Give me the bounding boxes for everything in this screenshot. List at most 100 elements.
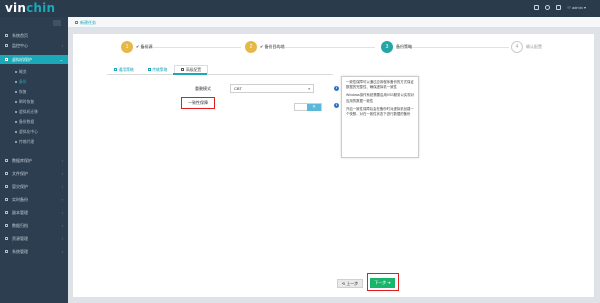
step-connector	[273, 46, 375, 48]
file-icon	[5, 172, 8, 175]
policy-icon	[114, 68, 117, 72]
vm-icon	[5, 58, 8, 61]
tooltip-text: 开启一致性保障后会在备份时对虚拟机创建一个快照，对在一致性状态下进行数据的备份	[346, 106, 414, 117]
step-label: 备份策略	[396, 44, 412, 49]
chevron-right-icon: ›	[61, 197, 63, 202]
step-backup-destination[interactable]: 2 ✔ 备份目的地	[245, 40, 284, 54]
chevron-right-icon: ›	[61, 223, 63, 228]
tooltip-text: Windows操作系统需要启用VSS服务以实现对应用的数据一致性	[346, 93, 415, 103]
sidebar-sub-vm-migration[interactable]: 虚拟机迁移	[0, 108, 68, 116]
sidebar-sub-instant-restore[interactable]: 瞬时恢复	[0, 98, 68, 106]
sidebar-item-copy-management[interactable]: 副本管理 ›	[0, 208, 68, 217]
toggle-off-icon: ✕	[307, 104, 321, 111]
step-label: ✔ 备份源	[136, 44, 153, 49]
consistency-tooltip: 一致性保障可以通过应用程序备份的方式保证数据的完整性、确保虚拟机一致性 Wind…	[341, 76, 419, 158]
monitor-icon	[5, 44, 8, 47]
migration-icon	[15, 111, 17, 113]
sidebar-sub-transfer-agent[interactable]: 传输代理	[0, 138, 68, 146]
chevron-right-icon: ›	[61, 236, 63, 241]
system-icon	[5, 250, 8, 253]
database-icon	[5, 159, 8, 162]
instant-restore-icon	[15, 101, 17, 103]
task-icon	[75, 21, 78, 25]
sidebar-item-system-management[interactable]: 系统管理 ›	[0, 247, 68, 256]
sidebar-item-dr-protection[interactable]: 容灾保护 ›	[0, 182, 68, 191]
disaster-recovery-icon	[5, 185, 8, 188]
chevron-right-icon: ›	[61, 43, 63, 48]
sidebar-sub-virtualization-center[interactable]: 虚拟化中心	[0, 128, 68, 136]
dedup-mode-select[interactable]: CBT ▾	[230, 84, 314, 93]
top-bar: vinchin ⚇ admin ▾	[0, 0, 600, 17]
sidebar-item-home[interactable]: 系统首页	[0, 31, 68, 40]
top-right-tools: ⚇ admin ▾	[534, 5, 586, 10]
dedup-mode-label: 重删模式	[195, 86, 211, 91]
transfer-icon	[147, 68, 151, 72]
tooltip-text: 一致性保障可以通过应用程序备份的方式保证数据的完整性、确保虚拟机一致性	[346, 80, 414, 90]
breadcrumb: 新建任务	[68, 17, 600, 28]
sidebar-item-file-protection[interactable]: 文件保护 ›	[0, 169, 68, 178]
sidebar-item-realtime-backup[interactable]: 实时备份 ›	[0, 195, 68, 204]
tab-general-policy[interactable]: 通用策略	[107, 65, 141, 74]
sidebar-item-data-archive[interactable]: 数据归档 ›	[0, 221, 68, 230]
user-icon: ⚇	[567, 5, 571, 10]
realtime-icon	[5, 198, 8, 201]
consistency-label: 一致性保障	[188, 100, 208, 105]
back-icon: ⟲	[341, 281, 346, 286]
check-icon: ✔	[260, 44, 264, 49]
chevron-down-icon: ▾	[308, 87, 310, 91]
check-icon: ✔	[136, 44, 140, 49]
step-backup-source[interactable]: 1 ✔ 备份源	[121, 40, 152, 54]
active-tab-indicator	[173, 73, 207, 75]
message-icon[interactable]	[534, 5, 540, 10]
chevron-down-icon: ⌄	[59, 57, 63, 62]
notification-icon[interactable]	[545, 5, 551, 10]
step-number: 3	[381, 41, 393, 53]
info-icon[interactable]: i	[334, 103, 339, 108]
step-label: ✔ 备份目的地	[260, 44, 285, 49]
breadcrumb-label[interactable]: 新建任务	[80, 20, 96, 25]
step-number: 2	[245, 41, 257, 53]
tab-transfer-policy[interactable]: 传输策略	[141, 65, 175, 74]
highlight-box-next	[367, 273, 399, 291]
tab-divider	[107, 74, 333, 75]
settings-icon[interactable]	[556, 5, 562, 10]
prev-button[interactable]: ⟲ 上一步	[337, 279, 363, 288]
sidebar-item-vm-protection[interactable]: 虚拟机保护 ⌄	[0, 55, 68, 64]
restore-icon	[15, 91, 17, 93]
backup-data-icon	[15, 121, 17, 123]
chevron-right-icon: ›	[61, 210, 63, 215]
chevron-right-icon: ›	[61, 158, 63, 163]
overview-icon	[15, 71, 17, 73]
sidebar-sub-overview[interactable]: 概览	[0, 68, 68, 76]
virtualization-icon	[15, 131, 17, 133]
home-icon	[5, 34, 8, 37]
user-menu[interactable]: ⚇ admin ▾	[567, 5, 586, 10]
info-icon[interactable]: i	[334, 86, 339, 91]
step-confirm-config[interactable]: 4 确认配置	[511, 40, 542, 54]
sidebar-item-db-protection[interactable]: 数据库保护 ›	[0, 156, 68, 165]
sidebar-sub-restore[interactable]: 恢复	[0, 88, 68, 96]
sidebar: 系统首页 监控中心 › 虚拟机保护 ⌄ 概览 备份 恢复 瞬时恢复 虚拟机迁移 备份…	[0, 17, 68, 303]
gear-icon	[181, 68, 185, 72]
app-logo[interactable]: vinchin	[5, 1, 55, 15]
chevron-right-icon: ›	[61, 184, 63, 189]
sidebar-collapse-button[interactable]	[53, 20, 61, 26]
step-connector	[409, 46, 509, 48]
step-number: 4	[511, 41, 523, 53]
step-label: 确认配置	[526, 44, 542, 49]
user-name: admin	[571, 5, 583, 10]
copy-icon	[5, 211, 8, 214]
sidebar-sub-backup[interactable]: 备份	[0, 78, 68, 86]
sidebar-item-resource-management[interactable]: 资源管理 ›	[0, 234, 68, 243]
wizard-panel: 1 ✔ 备份源 2 ✔ 备份目的地 3 备份策略 4 确认配置 通用策略 传输策…	[72, 33, 595, 298]
sidebar-sub-backup-data[interactable]: 备份数据	[0, 118, 68, 126]
chevron-down-icon: ▾	[583, 5, 586, 10]
backup-icon	[15, 81, 17, 83]
chevron-right-icon: ›	[61, 171, 63, 176]
consistency-toggle[interactable]: ✕	[294, 103, 322, 111]
chevron-right-icon: ›	[61, 249, 63, 254]
sidebar-item-monitor[interactable]: 监控中心 ›	[0, 41, 68, 50]
step-backup-policy[interactable]: 3 备份策略	[381, 40, 412, 54]
agent-icon	[15, 141, 17, 143]
step-number: 1	[121, 41, 133, 53]
